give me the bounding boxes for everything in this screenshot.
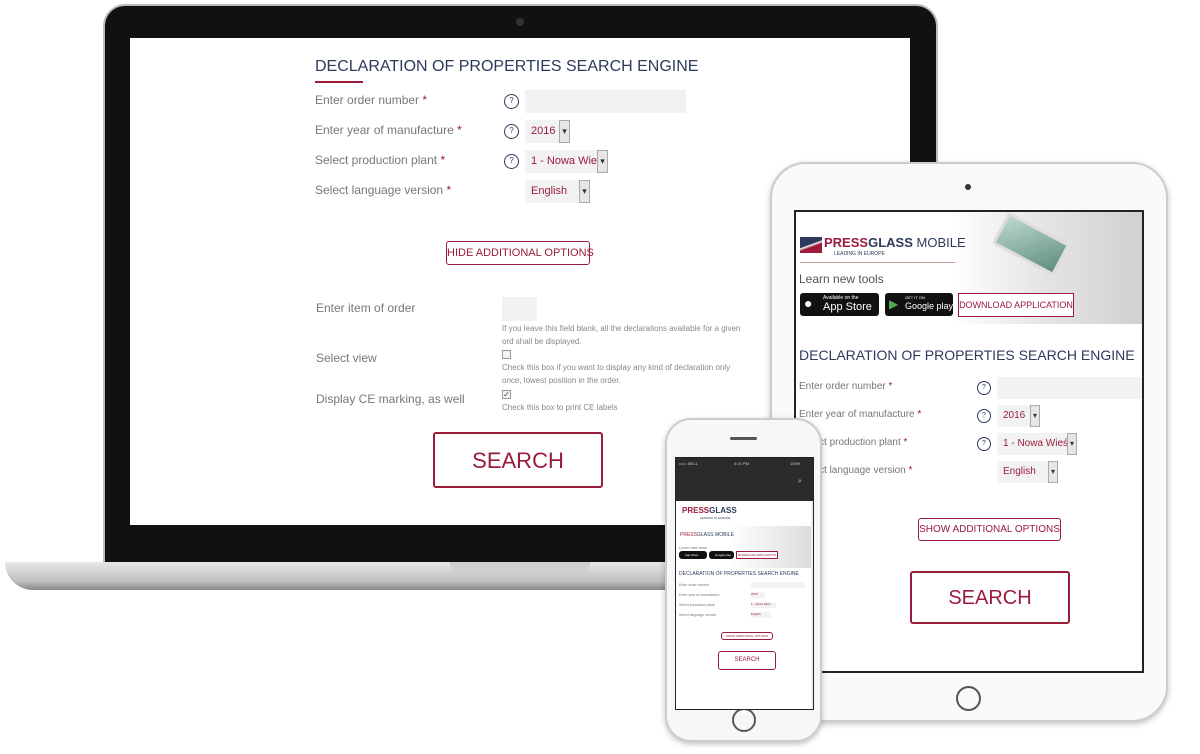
help-icon[interactable]: ? [977, 437, 991, 451]
year-label: Enter year of manufacture * [799, 409, 922, 420]
download-application-button[interactable]: DOWNLOAD APPLICATION [958, 293, 1074, 317]
laptop-notch [450, 562, 590, 574]
show-options-button[interactable]: SHOW ADDITIONAL OPTIONS [721, 632, 773, 640]
language-select[interactable]: English [751, 612, 771, 618]
plant-select[interactable]: 1 - Nowa Wieś ▾ [997, 433, 1077, 455]
search-icon[interactable]: ⌕ [798, 478, 802, 486]
language-label: Select language version [679, 613, 717, 617]
year-label: Enter year of manufacture * [315, 123, 462, 137]
view-checkbox[interactable] [502, 350, 511, 359]
order-label: Enter order number * [799, 381, 893, 392]
order-label: Enter order number [679, 583, 710, 587]
brand-logo: PRESSGLASS MOBILE [680, 532, 734, 538]
apple-icon: ● [804, 295, 813, 311]
ce-hint: Check this box to print CE labels [502, 403, 618, 412]
language-select[interactable]: English ▾ [997, 461, 1058, 483]
search-button[interactable]: SEARCH [433, 432, 603, 488]
brand-logo: PRESSGLASS MOBILE [824, 235, 966, 250]
download-application-button[interactable]: DOWNLOAD APPLICATION [736, 551, 778, 559]
phone-home-button[interactable] [732, 708, 756, 732]
play-icon: ▶ [889, 297, 899, 311]
chevron-down-icon: ▾ [579, 180, 590, 203]
hide-options-button[interactable]: HIDE ADDITIONAL OPTIONS [446, 241, 594, 265]
banner: PRESSGLASS MOBILE LEADING IN EUROPE Lear… [796, 212, 1142, 324]
learn-text: Learn new tools [679, 545, 708, 550]
view-hint: Check this box if you want to display an… [502, 363, 731, 385]
help-icon[interactable]: ? [977, 409, 991, 423]
app-store-button[interactable]: ● Available on the App Store [800, 293, 879, 316]
item-hint: If you leave this field blank, all the d… [502, 324, 741, 346]
tagline: LEADING IN EUROPE [700, 516, 731, 520]
page-title: DECLARATION OF PROPERTIES SEARCH ENGINE [315, 58, 699, 75]
language-select[interactable]: English ▾ [525, 180, 590, 203]
order-number-input[interactable] [751, 582, 805, 588]
phone-screen: ••••○ BELL 4:21 PM 100% ⌕ PRESSGLASS LEA… [675, 457, 814, 710]
year-select[interactable]: 2016 ▾ [997, 405, 1040, 427]
help-icon[interactable]: ? [504, 124, 519, 139]
google-play-button[interactable]: Google play [709, 551, 734, 559]
tagline: LEADING IN EUROPE [834, 251, 885, 257]
laptop-camera [516, 18, 524, 26]
ce-label: Display CE marking, as well [316, 392, 465, 406]
phone-hand-image [991, 212, 1071, 277]
order-number-input[interactable] [525, 90, 686, 113]
view-label: Select view [316, 351, 377, 365]
phone-banner: PRESSGLASS MOBILE Learn new tools App St… [676, 526, 811, 568]
app-store-button[interactable]: App Store [679, 551, 707, 559]
help-icon[interactable]: ? [504, 94, 519, 109]
plant-select[interactable]: 1 - Nowa Wieś [751, 602, 776, 608]
plant-label: Select production plant [679, 603, 715, 607]
tablet-screen: PRESSGLASS MOBILE LEADING IN EUROPE Lear… [794, 210, 1144, 673]
help-icon[interactable]: ? [977, 381, 991, 395]
tablet-home-button[interactable] [956, 686, 981, 711]
chevron-down-icon: ▾ [559, 120, 570, 143]
plant-label: Select production plant * [315, 153, 446, 167]
battery: 100% [790, 461, 801, 466]
item-input[interactable] [502, 297, 537, 321]
year-label: Enter year of manufacture [679, 593, 720, 597]
banner-divider [800, 262, 955, 263]
chevron-down-icon: ▾ [1067, 433, 1077, 455]
order-number-input[interactable] [997, 377, 1142, 399]
phone-speaker [730, 437, 757, 440]
search-button[interactable]: SEARCH [910, 571, 1070, 624]
google-play-button[interactable]: ▶ GET IT ON Google play [885, 293, 953, 316]
order-label: Enter order number * [315, 93, 428, 107]
language-label: Select language version * [315, 183, 452, 197]
carrier: ••••○ BELL [679, 461, 698, 466]
status-bar: ••••○ BELL 4:21 PM 100% ⌕ [676, 458, 813, 501]
pressglass-logo-icon [800, 237, 822, 253]
search-button[interactable]: SEARCH [718, 651, 776, 670]
phone-logo: PRESSGLASS [682, 506, 737, 515]
show-options-button[interactable]: SHOW ADDITIONAL OPTIONS [918, 518, 1061, 541]
scrollbar[interactable] [811, 501, 813, 709]
clock: 4:21 PM [734, 461, 749, 466]
plant-select[interactable]: 1 - Nowa Wieś ▾ [525, 150, 608, 173]
help-icon[interactable]: ? [504, 154, 519, 169]
chevron-down-icon: ▾ [597, 150, 608, 173]
tablet-camera [965, 184, 971, 190]
ce-checkbox[interactable]: ✓ [502, 390, 511, 399]
year-select[interactable]: 2016 [751, 592, 765, 598]
chevron-down-icon: ▾ [1048, 461, 1058, 483]
title-underline [315, 81, 363, 83]
chevron-down-icon: ▾ [1030, 405, 1040, 427]
item-label: Enter item of order [316, 301, 416, 315]
page-title: DECLARATION OF PROPERTIES SEARCH ENGINE [679, 571, 799, 577]
page-title: DECLARATION OF PROPERTIES SEARCH ENGINE [799, 347, 1135, 363]
year-select[interactable]: 2016 ▾ [525, 120, 570, 143]
learn-text: Learn new tools [799, 272, 884, 286]
